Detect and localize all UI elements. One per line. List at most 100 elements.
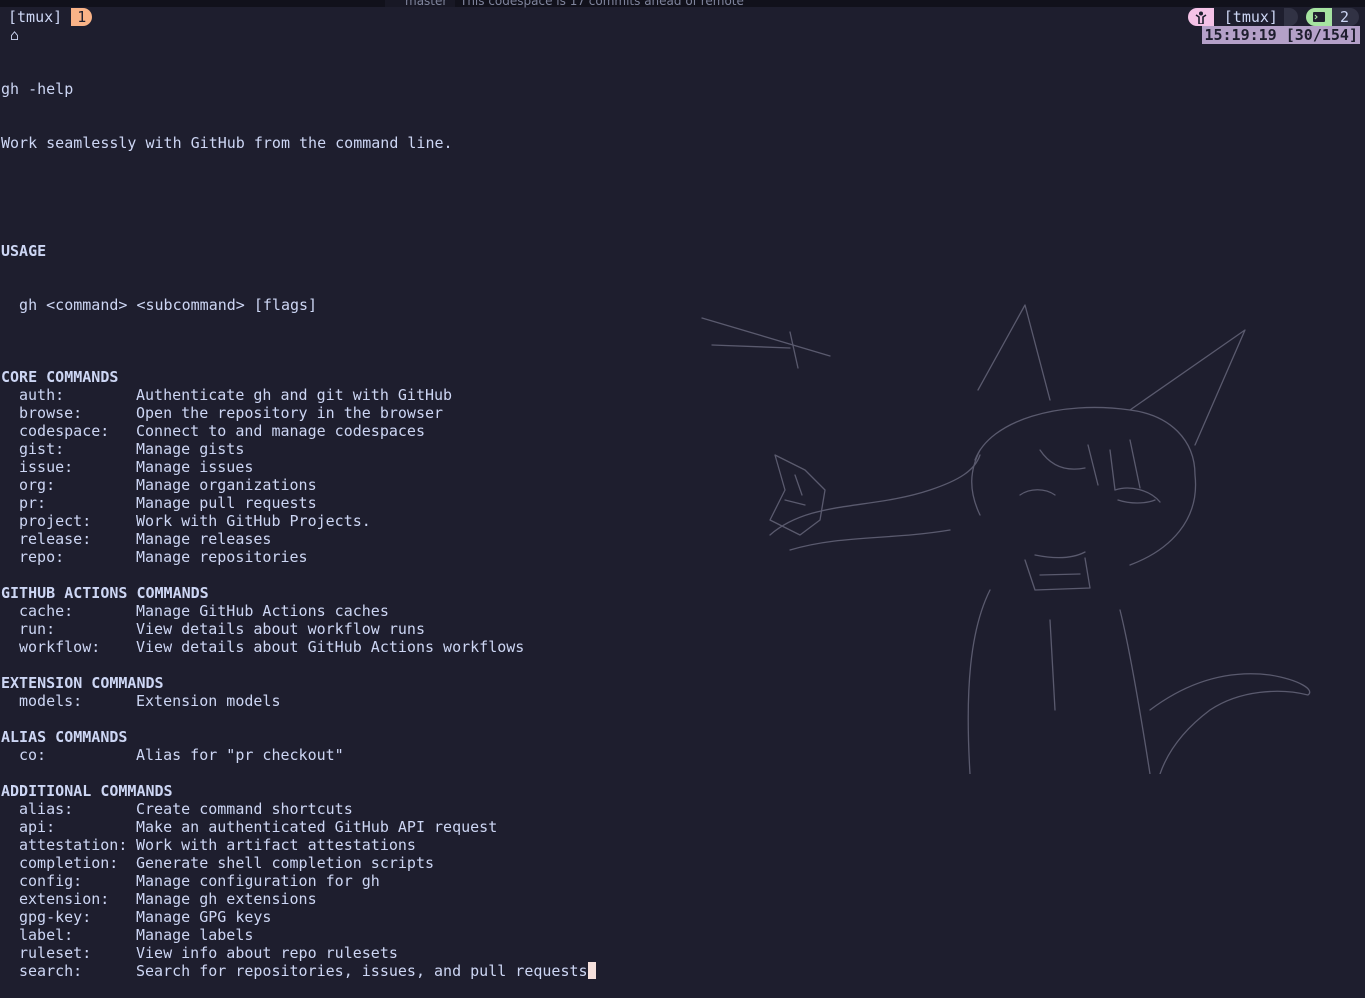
command-row: search: Search for repositories, issues, …: [1, 962, 596, 980]
text-cursor: [587, 962, 596, 979]
tmux-session-label[interactable]: [tmux]: [1214, 8, 1284, 26]
usage-heading: USAGE: [1, 242, 47, 260]
command-description: Manage configuration for gh: [136, 872, 380, 890]
command-description: View details about workflow runs: [136, 620, 425, 638]
command-name: attestation:: [19, 836, 128, 854]
tmux-status-right: [tmux] 2: [1187, 8, 1359, 26]
command-name: completion:: [19, 854, 119, 872]
command-name: models:: [19, 692, 83, 710]
tmux-status-left: [tmux] 1: [8, 8, 93, 26]
cat-sketch-drawing: [701, 304, 1311, 774]
command-row: alias: Create command shortcuts: [1, 800, 596, 818]
command-description: Manage repositories: [136, 548, 308, 566]
command-description: Connect to and manage codespaces: [136, 422, 425, 440]
command-name: project:: [19, 512, 92, 530]
command-name: cache:: [19, 602, 74, 620]
command-name: release:: [19, 530, 92, 548]
command-name: workflow:: [19, 638, 101, 656]
command-row: issue: Manage issues: [1, 458, 596, 476]
command-row: release: Manage releases: [1, 530, 596, 548]
branch-label: master: [405, 0, 448, 8]
command-row: ruleset: View info about repo rulesets: [1, 944, 596, 962]
command-name: gist:: [19, 440, 65, 458]
command-row: models: Extension models: [1, 692, 596, 710]
pane-count[interactable]: 2: [1331, 8, 1359, 26]
section-heading: CORE COMMANDS: [1, 368, 119, 386]
window-count-badge[interactable]: 1: [71, 8, 93, 26]
command-name: pr:: [19, 494, 47, 512]
command-description: Manage GitHub Actions caches: [136, 602, 389, 620]
command-name: api:: [19, 818, 56, 836]
command-description: Manage gists: [136, 440, 245, 458]
command-row: api: Make an authenticated GitHub API req…: [1, 818, 596, 836]
command-description: Open the repository in the browser: [136, 404, 444, 422]
command-name: search:: [19, 962, 83, 980]
command-description: Manage pull requests: [136, 494, 317, 512]
command-name: alias:: [19, 800, 74, 818]
command-description: View info about repo rulesets: [136, 944, 398, 962]
section-heading: ADDITIONAL COMMANDS: [1, 782, 173, 800]
command-description: Manage GPG keys: [136, 908, 272, 926]
command-row: gist: Manage gists: [1, 440, 596, 458]
terminal-icon: [1305, 8, 1332, 26]
command-description: Authenticate gh and git with GitHub: [136, 386, 453, 404]
remote-status-message: This codespace is 17 commits ahead of re…: [460, 0, 744, 8]
command-row: config: Manage configuration for gh: [1, 872, 596, 890]
command-description: View details about GitHub Actions workfl…: [136, 638, 525, 656]
command-description: Extension models: [136, 692, 281, 710]
command-row: co: Alias for "pr checkout": [1, 746, 596, 764]
command-name: label:: [19, 926, 74, 944]
command-description: Make an authenticated GitHub API request: [136, 818, 498, 836]
command-row: label: Manage labels: [1, 926, 596, 944]
command-row: repo: Manage repositories: [1, 548, 596, 566]
command-name: repo:: [19, 548, 65, 566]
command-row: browse: Open the repository in the browse…: [1, 404, 596, 422]
section-heading: EXTENSION COMMANDS: [1, 674, 164, 692]
command-description: Manage labels: [136, 926, 254, 944]
command-name: ruleset:: [19, 944, 92, 962]
command-description: Generate shell completion scripts: [136, 854, 435, 872]
command-description: Manage organizations: [136, 476, 317, 494]
command-name: codespace:: [19, 422, 110, 440]
command-row: codespace: Connect to and manage codespac…: [1, 422, 596, 440]
command-description: Manage issues: [136, 458, 254, 476]
command-row: auth: Authenticate gh and git with GitHub: [1, 386, 596, 404]
command-name: browse:: [19, 404, 83, 422]
command-row: extension: Manage gh extensions: [1, 890, 596, 908]
tmux-session-name[interactable]: [tmux]: [8, 8, 62, 26]
command-row: workflow: View details about GitHub Actio…: [1, 638, 596, 656]
command-name: run:: [19, 620, 56, 638]
command-name: gpg-key:: [19, 908, 92, 926]
command-row: project: Work with GitHub Projects.: [1, 512, 596, 530]
tagline: Work seamlessly with GitHub from the com…: [1, 134, 453, 152]
command-row: attestation: Work with artifact attestati…: [1, 836, 596, 854]
usage-line: gh <command> <subcommand> [flags]: [1, 296, 318, 314]
session-segment-end: [1283, 8, 1298, 26]
command-description: Work with GitHub Projects.: [136, 512, 371, 530]
command-name: co:: [19, 746, 47, 764]
command-row: pr: Manage pull requests: [1, 494, 596, 512]
command-row: gpg-key: Manage GPG keys: [1, 908, 596, 926]
command-row: org: Manage organizations: [1, 476, 596, 494]
command-row: cache: Manage GitHub Actions caches: [1, 602, 596, 620]
command-name: extension:: [19, 890, 110, 908]
command-description: Manage releases: [136, 530, 272, 548]
command-name: auth:: [19, 386, 65, 404]
command-name: org:: [19, 476, 56, 494]
top-status-strip: master This codespace is 17 commits ahea…: [0, 0, 1365, 8]
command-description: Work with artifact attestations: [136, 836, 416, 854]
section-heading: GITHUB ACTIONS COMMANDS: [1, 584, 209, 602]
home-icon: ⌂: [10, 26, 20, 44]
command-description: Create command shortcuts: [136, 800, 353, 818]
command-description: Manage gh extensions: [136, 890, 317, 908]
command-name: config:: [19, 872, 83, 890]
clock-and-position: 15:19:19 [30/154]: [1202, 26, 1360, 44]
command-row: run: View details about workflow runs: [1, 620, 596, 638]
section-heading: ALIAS COMMANDS: [1, 728, 128, 746]
command-row: completion: Generate shell completion scr…: [1, 854, 596, 872]
prompt-command: gh -help: [1, 80, 74, 98]
person-icon: [1187, 8, 1214, 26]
command-name: issue:: [19, 458, 74, 476]
command-description: Search for repositories, issues, and pul…: [136, 962, 588, 980]
terminal-output[interactable]: gh -help Work seamlessly with GitHub fro…: [1, 44, 596, 998]
